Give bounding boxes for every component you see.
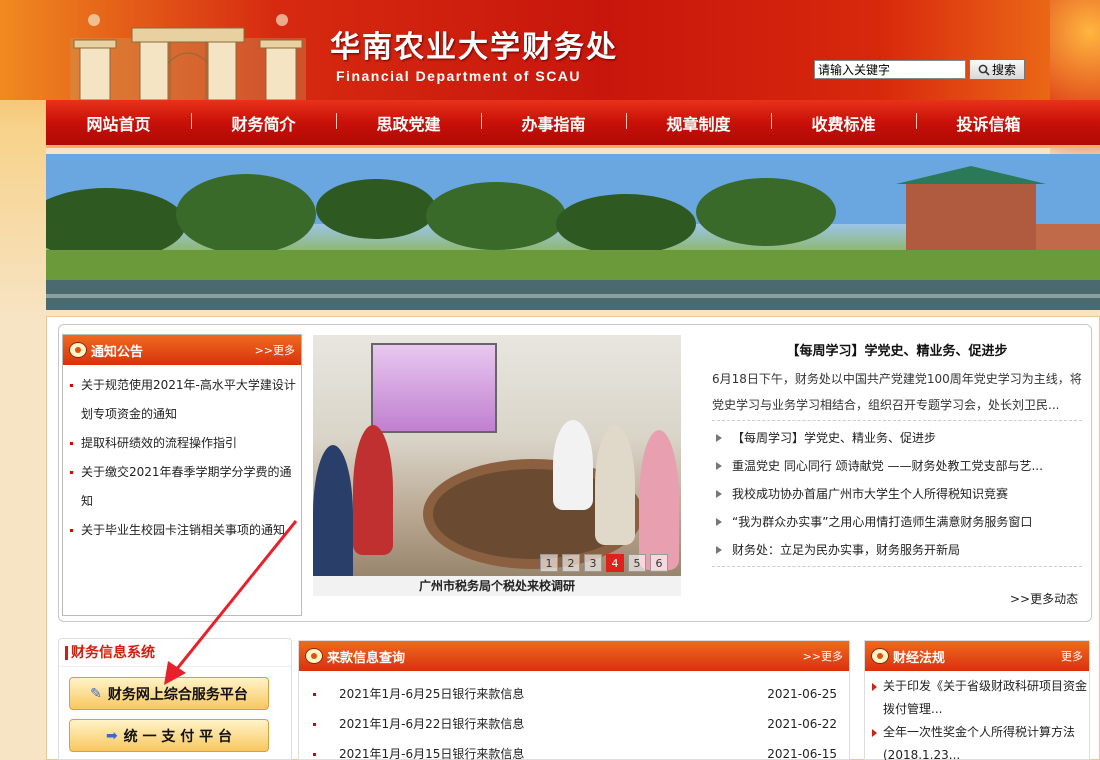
payment-row-date: 2021-06-15: [767, 747, 837, 760]
site-subtitle: Financial Department of SCAU: [336, 68, 582, 84]
site-header: 华南农业大学财务处 Financial Department of SCAU 搜…: [0, 0, 1100, 100]
slide-page-button[interactable]: 1: [540, 554, 558, 572]
nav-item-about[interactable]: 财务简介: [191, 111, 336, 135]
news-divider: [712, 420, 1082, 421]
news-list: 【每周学习】学党史、精业务、促进步 重温党史 同心同行 颂诗献党 ——财务处教工…: [712, 424, 1082, 564]
nav-item-party[interactable]: 思政党建: [336, 111, 481, 135]
projector-screen: [371, 343, 497, 433]
notice-header: 通知公告 >>更多: [63, 335, 301, 365]
payment-row-date: 2021-06-22: [767, 717, 837, 731]
regulation-item[interactable]: 全年一次性奖金个人所得税计算方法(2018.1.23...: [871, 721, 1087, 760]
slide-page-button[interactable]: 5: [628, 554, 646, 572]
campus-scene: [46, 154, 1100, 310]
search-icon: [978, 64, 990, 76]
notice-title: 通知公告: [91, 344, 144, 360]
payment-query-panel: 来款信息查询 >>更多 2021年1月-6月25日银行来款信息 2021-06-…: [298, 640, 850, 760]
bulletin-icon: [871, 648, 889, 664]
regulations-panel: 财经法规 更多 关于印发《关于省级财政科研项目资金拨付管理... 全年一次性奖金…: [864, 640, 1090, 760]
nav-item-complaints[interactable]: 投诉信箱: [916, 111, 1061, 135]
payment-row-text: 2021年1月-6月22日银行来款信息: [339, 717, 525, 731]
notice-item[interactable]: 关于规范使用2021年-高水平大学建设计划专项资金的通知: [69, 371, 297, 429]
unified-payment-platform-label: 统 一 支 付 平 台: [123, 728, 233, 745]
payment-row-text: 2021年1月-6月15日银行来款信息: [339, 747, 525, 760]
nav-item-rules[interactable]: 规章制度: [626, 111, 771, 135]
main-nav: 网站首页 财务简介 思政党建 办事指南 规章制度 收费标准 投诉信箱: [46, 100, 1100, 148]
title-bar-icon: [65, 645, 68, 660]
search-input[interactable]: [814, 60, 966, 79]
slide-page-button[interactable]: 2: [562, 554, 580, 572]
news-item[interactable]: “我为群众办实事”之用心用情打造师生满意财务服务窗口: [712, 508, 1082, 536]
news-item[interactable]: 财务处：立足为民办实事，财务服务开新局: [712, 536, 1082, 564]
news-item[interactable]: 重温党史 同心同行 颂诗献党 ——财务处教工党支部与艺...: [712, 452, 1082, 480]
headline-summary: 6月18日下午，财务处以中国共产党建党100周年党史学习为主线，将党史学习与业务…: [712, 372, 1082, 412]
university-gate-logo: [70, 14, 306, 100]
unified-payment-platform-button[interactable]: ➡ 统 一 支 付 平 台: [69, 719, 269, 752]
notice-item[interactable]: 提取科研绩效的流程操作指引: [69, 429, 297, 458]
slide-page-button[interactable]: 3: [584, 554, 602, 572]
slide-page-button-active[interactable]: 4: [606, 554, 624, 572]
nav-item-home[interactable]: 网站首页: [46, 111, 191, 135]
search-button[interactable]: 搜索: [969, 59, 1025, 80]
bulletin-icon: [69, 342, 87, 358]
payment-query-title: 来款信息查询: [327, 650, 406, 666]
bulletin-icon: [305, 648, 323, 664]
payment-query-more-link[interactable]: >>更多: [803, 648, 843, 664]
more-news-link[interactable]: >>更多动态: [1010, 590, 1078, 607]
nav-item-guide[interactable]: 办事指南: [481, 111, 626, 135]
notepad-icon: ✎: [90, 685, 102, 702]
payment-row-date: 2021-06-25: [767, 687, 837, 701]
finance-system-title: 财务信息系统: [71, 644, 155, 661]
payment-row-text: 2021年1月-6月25日银行来款信息: [339, 687, 525, 701]
news-item[interactable]: 【每周学习】学党史、精业务、促进步: [712, 424, 1082, 452]
search-button-label: 搜索: [991, 63, 1016, 77]
campus-banner-image: [46, 154, 1100, 310]
nav-item-fees[interactable]: 收费标准: [771, 111, 916, 135]
site-title: 华南农业大学财务处: [330, 30, 618, 65]
slide-page-button[interactable]: 6: [650, 554, 668, 572]
news-divider-bottom: [712, 566, 1082, 567]
news-item[interactable]: 我校成功协办首届广州市大学生个人所得税知识竞赛: [712, 480, 1082, 508]
red-pointer-arrow: [164, 520, 298, 685]
notice-more-link[interactable]: >>更多: [255, 342, 295, 358]
arrow-right-icon: ➡: [105, 727, 118, 744]
notice-item[interactable]: 关于缴交2021年春季学期学分学费的通知: [69, 458, 297, 516]
slideshow-caption[interactable]: 广州市税务局个税处来校调研: [313, 576, 681, 596]
regulations-title: 财经法规: [893, 650, 946, 666]
headline-title[interactable]: 【每周学习】学党史、精业务、促进步: [712, 340, 1082, 359]
regulations-more-link[interactable]: 更多: [1061, 648, 1083, 664]
payment-query-header: 来款信息查询 >>更多: [299, 641, 849, 671]
payment-row[interactable]: 2021年1月-6月22日银行来款信息 2021-06-22: [309, 709, 839, 739]
regulations-header: 财经法规 更多: [865, 641, 1089, 671]
payment-row[interactable]: 2021年1月-6月15日银行来款信息 2021-06-15: [309, 739, 839, 760]
payment-row[interactable]: 2021年1月-6月25日银行来款信息 2021-06-25: [309, 679, 839, 709]
regulation-item[interactable]: 关于印发《关于省级财政科研项目资金拨付管理...: [871, 675, 1087, 721]
slideshow-pager: 1 2 3 4 5 6: [540, 554, 668, 572]
